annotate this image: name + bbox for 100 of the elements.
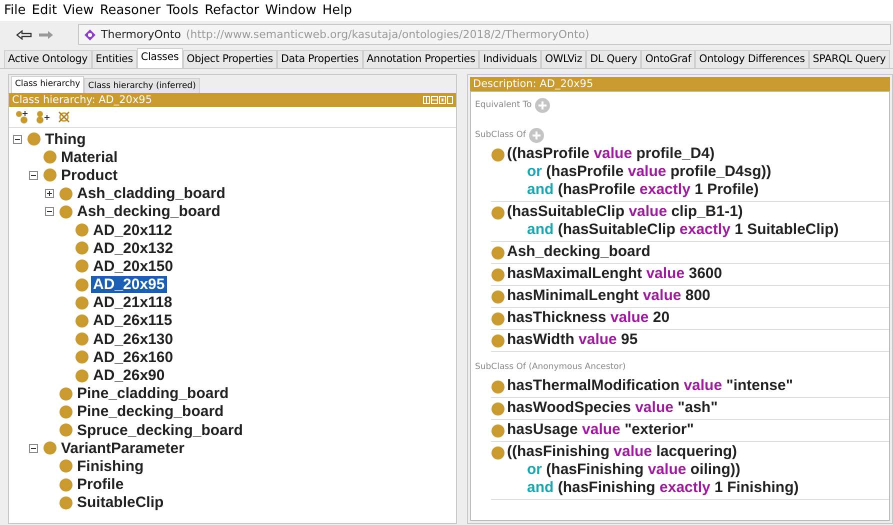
expand-toggle-icon[interactable] bbox=[45, 207, 54, 216]
class-dot-icon bbox=[43, 150, 57, 164]
class-dot-icon bbox=[27, 132, 41, 146]
panel-title: Description: AD_20x95 bbox=[473, 78, 594, 90]
tab[interactable]: Object Properties bbox=[182, 50, 277, 68]
class-dot-icon bbox=[75, 278, 89, 292]
ontology-diamond-icon bbox=[84, 28, 96, 40]
class-expression: hasThickness value 20 bbox=[507, 309, 670, 327]
class-dot-icon bbox=[75, 296, 89, 310]
tab[interactable]: OntoGraf bbox=[641, 50, 696, 68]
expand-toggle-icon[interactable] bbox=[13, 134, 22, 144]
menu-item[interactable]: Help bbox=[322, 3, 352, 18]
class-dot-icon bbox=[59, 204, 73, 219]
class-expression: hasUsage value "exterior" bbox=[507, 421, 694, 439]
add-subclass-icon[interactable] bbox=[15, 110, 29, 124]
class-expression: (hasSuitableClip value clip_B1-1) and (hasSuitableClip exactly 1 SuitableClip) bbox=[507, 203, 839, 239]
class-dot-icon bbox=[75, 314, 89, 328]
section-title: SubClass Of bbox=[475, 130, 526, 140]
class-dot-icon bbox=[59, 423, 73, 438]
class-expression: ((hasFinishing value lacquering) or (hasFinishing value oiling)) and (hasFinishing exactly 1 Finishing) bbox=[507, 443, 799, 497]
class-node[interactable]: AD_26x130 bbox=[91, 330, 176, 348]
class-node[interactable]: Material bbox=[59, 148, 120, 166]
class-node[interactable]: Pine_cladding_board bbox=[75, 385, 231, 402]
back-arrow-icon[interactable] bbox=[16, 30, 32, 40]
class-dot-icon bbox=[59, 496, 73, 510]
menu-item[interactable]: Window bbox=[265, 3, 316, 18]
class-node[interactable]: Ash_decking_board bbox=[75, 203, 222, 220]
tab[interactable]: Entities bbox=[92, 50, 137, 68]
class-dot-icon bbox=[75, 368, 89, 383]
class-node[interactable]: AD_26x90 bbox=[91, 367, 167, 384]
expand-toggle-icon[interactable] bbox=[45, 189, 54, 198]
ontology-address-field[interactable]: ThermoryOnto (http://www.semanticweb.org/kasutaja/ontologies/2018/2/ThermoryOnto) bbox=[78, 24, 891, 45]
class-dot-icon bbox=[75, 241, 89, 256]
class-node[interactable]: Spruce_decking_board bbox=[75, 422, 245, 439]
class-dot-icon bbox=[491, 290, 505, 304]
class-dot-icon bbox=[43, 441, 57, 456]
class-expression: hasThermalModification value "intense" bbox=[507, 377, 793, 395]
view-controls-icon[interactable] bbox=[423, 96, 453, 104]
menu-item[interactable]: Tools bbox=[166, 3, 199, 18]
expand-toggle-icon[interactable] bbox=[29, 170, 38, 180]
class-node[interactable]: AD_26x160 bbox=[91, 348, 176, 366]
tab[interactable]: Annotation Properties bbox=[362, 50, 480, 68]
class-expression: Ash_decking_board bbox=[507, 243, 650, 261]
class-dot-icon bbox=[75, 350, 89, 364]
class-node[interactable]: Thing bbox=[43, 130, 88, 148]
tab[interactable]: OWLViz bbox=[541, 50, 586, 68]
add-sibling-icon[interactable] bbox=[35, 110, 51, 124]
class-node[interactable]: AD_20x95 bbox=[91, 276, 167, 294]
panel-title: Class hierarchy: AD_20x95 bbox=[12, 94, 152, 106]
class-dot-icon bbox=[59, 386, 73, 401]
class-dot-icon bbox=[491, 402, 505, 416]
class-node[interactable]: Finishing bbox=[75, 458, 146, 475]
section-title: SubClass Of (Anonymous Ancestor) bbox=[475, 362, 626, 372]
class-dot-icon bbox=[75, 259, 89, 274]
expand-toggle-icon[interactable] bbox=[29, 444, 38, 453]
class-node[interactable]: VariantParameter bbox=[59, 440, 186, 457]
tab[interactable]: Individuals bbox=[479, 50, 541, 68]
subtab[interactable]: Class hierarchy bbox=[11, 76, 84, 93]
class-dot-icon bbox=[491, 268, 505, 282]
class-dot-icon bbox=[491, 334, 505, 348]
class-dot-icon bbox=[491, 446, 505, 460]
class-dot-icon bbox=[59, 186, 73, 201]
class-expression: ((hasProfile value profile_D4) or (hasProfile value profile_D4sg)) and (hasProfile exactly 1 Profile) bbox=[507, 145, 772, 199]
delete-class-icon[interactable] bbox=[57, 110, 71, 124]
class-node[interactable]: AD_26x115 bbox=[91, 312, 174, 330]
class-node[interactable]: SuitableClip bbox=[75, 494, 166, 512]
class-expression: hasMinimalLenght value 800 bbox=[507, 287, 710, 305]
class-dot-icon bbox=[43, 168, 57, 182]
tab[interactable]: Ontology Differences bbox=[695, 50, 809, 68]
class-dot-icon bbox=[59, 478, 73, 492]
class-node[interactable]: AD_21x118 bbox=[91, 294, 174, 312]
class-dot-icon bbox=[75, 332, 89, 346]
menu-item[interactable]: Refactor bbox=[204, 3, 260, 18]
subtab[interactable]: Class hierarchy (inferred) bbox=[84, 78, 200, 93]
class-dot-icon bbox=[491, 148, 505, 162]
tab[interactable]: Active Ontology bbox=[4, 50, 92, 68]
class-dot-icon bbox=[75, 223, 89, 238]
class-node[interactable]: Profile bbox=[75, 476, 126, 494]
menu-item[interactable]: View bbox=[62, 3, 94, 18]
class-dot-icon bbox=[59, 459, 73, 474]
class-expression: hasWidth value 95 bbox=[507, 331, 638, 349]
class-node[interactable]: Product bbox=[59, 166, 120, 184]
tab[interactable]: Data Properties bbox=[276, 50, 363, 68]
class-dot-icon bbox=[491, 206, 505, 220]
class-dot-icon bbox=[59, 404, 73, 419]
class-node[interactable]: Ash_cladding_board bbox=[75, 185, 228, 202]
tab[interactable]: Classes bbox=[136, 48, 183, 68]
menu-item[interactable]: File bbox=[4, 3, 26, 18]
menu-item[interactable]: Reasoner bbox=[100, 3, 161, 18]
class-dot-icon bbox=[491, 424, 505, 438]
class-dot-icon bbox=[491, 380, 505, 394]
class-node[interactable]: AD_20x132 bbox=[91, 240, 176, 257]
class-dot-icon bbox=[491, 312, 505, 326]
tab[interactable]: SPARQL Query bbox=[808, 50, 890, 68]
tab[interactable]: DL Query bbox=[586, 50, 642, 68]
class-node[interactable]: AD_20x112 bbox=[91, 222, 174, 239]
section-title: Equivalent To bbox=[475, 100, 532, 110]
class-node[interactable]: AD_20x150 bbox=[91, 258, 176, 275]
class-node[interactable]: Pine_decking_board bbox=[75, 403, 226, 420]
menu-item[interactable]: Edit bbox=[32, 3, 57, 18]
